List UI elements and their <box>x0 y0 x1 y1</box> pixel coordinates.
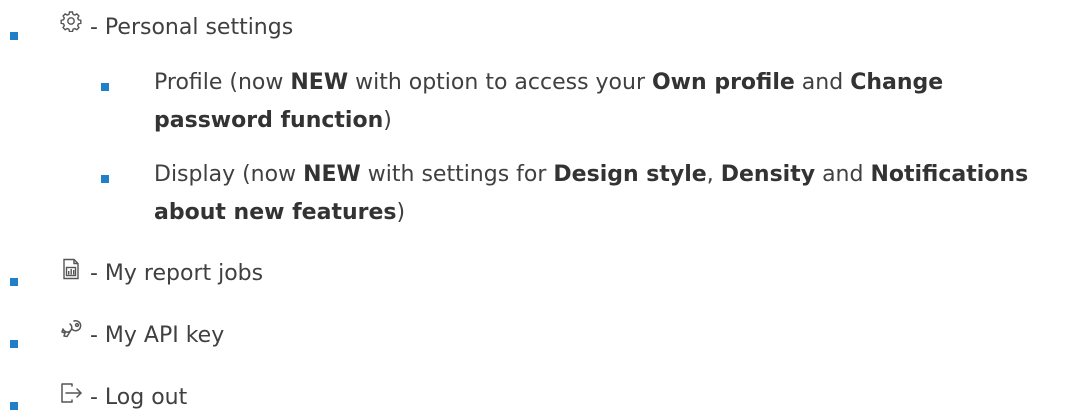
list-item-my-report-jobs: - My report jobs <box>0 258 1086 290</box>
gear-icon <box>60 10 82 32</box>
logout-icon <box>60 382 82 404</box>
bullet <box>101 83 109 91</box>
item-label-log-out: - Log out <box>90 385 188 410</box>
emphasis-new: NEW <box>290 70 349 95</box>
text-run: and <box>815 162 871 187</box>
sub-item-text-profile: Profile (now NEW with option to access y… <box>154 64 1064 140</box>
text-run: ) <box>383 108 392 133</box>
text-run: and <box>794 70 851 95</box>
text-run: with settings for <box>360 162 554 187</box>
emphasis-own-profile: Own profile <box>651 70 795 95</box>
text-run: , <box>706 162 721 187</box>
bullet <box>10 402 18 410</box>
text-run: with option to access your <box>348 70 652 95</box>
text-run: Profile (now <box>154 70 291 95</box>
list-item-personal-settings: - Personal settings <box>0 11 1086 44</box>
emphasis-density: Density <box>720 162 816 187</box>
item-label-personal-settings: - Personal settings <box>90 15 294 40</box>
sub-item-profile: Profile (now NEW with option to access y… <box>0 64 1086 144</box>
bullet <box>10 278 18 286</box>
sub-item-text-display: Display (now NEW with settings for Desig… <box>154 156 1064 232</box>
report-document-icon <box>60 258 82 280</box>
key-icon <box>60 319 82 341</box>
sub-item-display: Display (now NEW with settings for Desig… <box>0 156 1086 236</box>
bullet <box>101 175 109 183</box>
emphasis-design-style: Design style <box>553 162 707 187</box>
bullet <box>10 340 18 348</box>
bullet <box>10 32 18 40</box>
list-item-my-api-key: - My API key <box>0 319 1086 352</box>
emphasis-new: NEW <box>303 162 361 187</box>
list-item-log-out: - Log out <box>0 382 1086 413</box>
text-run: Display (now <box>154 162 304 187</box>
item-label-my-report-jobs: - My report jobs <box>90 261 264 286</box>
text-run: ) <box>396 200 406 225</box>
item-label-my-api-key: - My API key <box>90 323 225 348</box>
